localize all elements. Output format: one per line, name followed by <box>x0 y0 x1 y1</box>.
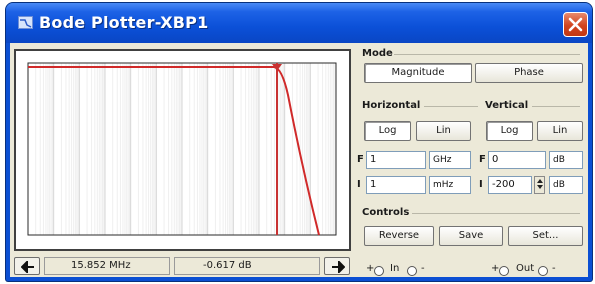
in-minus-label: - <box>421 263 425 274</box>
vertical-lin-button[interactable]: Lin <box>537 121 583 141</box>
bode-plotter-icon <box>18 16 33 29</box>
horizontal-log-button[interactable]: Log <box>364 121 411 141</box>
in-label: In <box>390 263 400 274</box>
cursor-right-button[interactable] <box>324 257 350 275</box>
vertical-initial-unit[interactable]: dB <box>549 176 583 194</box>
vertical-initial-spinner[interactable] <box>534 176 545 194</box>
close-icon <box>568 17 583 32</box>
in-plus-label: + <box>366 263 375 274</box>
out-plus-label: + <box>491 263 500 274</box>
horizontal-group-line <box>424 106 478 107</box>
vertical-final-label: F <box>479 154 486 165</box>
in-minus-terminal[interactable] <box>407 266 417 276</box>
vertical-group-label: Vertical <box>485 100 529 111</box>
controls-group-label: Controls <box>362 207 410 218</box>
vertical-final-unit[interactable]: dB <box>549 151 583 169</box>
set-button[interactable]: Set... <box>508 226 583 246</box>
mode-group-line <box>394 54 580 55</box>
vertical-log-button[interactable]: Log <box>486 121 533 141</box>
in-plus-terminal[interactable] <box>374 266 384 276</box>
bode-graph[interactable] <box>14 49 351 251</box>
bode-plotter-window: Bode Plotter-XBP1 15.852 MHz -0.617 dB M… <box>6 3 592 281</box>
magnitude-button[interactable]: Magnitude <box>364 63 472 83</box>
vertical-group-line <box>532 106 580 107</box>
horizontal-initial-input[interactable]: 1 <box>366 176 426 194</box>
mode-group-label: Mode <box>362 48 393 59</box>
status-bar: 15.852 MHz -0.617 dB <box>14 256 351 276</box>
graph-canvas <box>16 51 349 249</box>
cursor-left-button[interactable] <box>14 257 40 275</box>
phase-button[interactable]: Phase <box>475 63 583 83</box>
out-label: Out <box>516 263 535 274</box>
out-plus-terminal[interactable] <box>499 266 509 276</box>
close-button[interactable] <box>563 12 588 37</box>
horizontal-initial-unit[interactable]: mHz <box>429 176 471 194</box>
title-bar[interactable]: Bode Plotter-XBP1 <box>6 3 592 43</box>
save-button[interactable]: Save <box>439 226 503 246</box>
horizontal-group-label: Horizontal <box>362 100 421 111</box>
out-minus-label: - <box>552 263 556 274</box>
horizontal-final-unit[interactable]: GHz <box>429 151 471 169</box>
horizontal-lin-button[interactable]: Lin <box>416 121 471 141</box>
window-title: Bode Plotter-XBP1 <box>39 13 209 32</box>
vertical-final-input[interactable]: 0 <box>488 151 546 169</box>
cursor-frequency-readout: 15.852 MHz <box>44 257 170 275</box>
arrow-right-icon <box>332 261 345 273</box>
horizontal-initial-label: I <box>357 179 361 190</box>
client-area: 15.852 MHz -0.617 dB Mode Magnitude Phas… <box>10 43 588 277</box>
reverse-button[interactable]: Reverse <box>364 226 434 246</box>
controls-group-line <box>412 213 580 214</box>
vertical-initial-label: I <box>479 179 483 190</box>
horizontal-final-label: F <box>357 154 364 165</box>
arrow-left-icon <box>21 261 34 273</box>
cursor-magnitude-readout: -0.617 dB <box>174 257 320 275</box>
out-minus-terminal[interactable] <box>538 266 548 276</box>
horizontal-final-input[interactable]: 1 <box>366 151 426 169</box>
vertical-initial-input[interactable]: -200 <box>488 176 532 194</box>
